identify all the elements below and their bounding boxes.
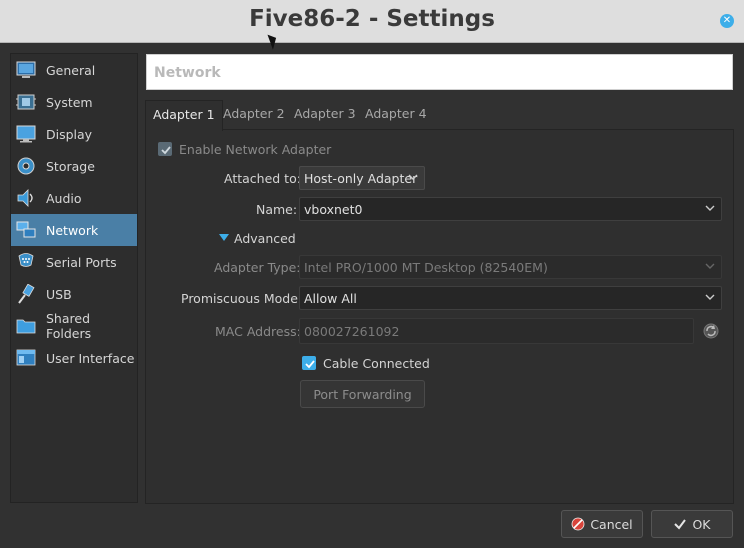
cable-connected-checkbox[interactable]: [302, 356, 316, 370]
shared-folders-icon: [16, 316, 36, 336]
tab-adapter-3[interactable]: Adapter 3: [287, 100, 363, 130]
user-interface-icon: [16, 348, 36, 368]
advanced-toggle[interactable]: Advanced: [234, 231, 296, 246]
mac-address-label: MAC Address:: [215, 324, 301, 339]
sidebar-item-serial-ports[interactable]: Serial Ports: [11, 246, 137, 278]
chevron-down-icon: [705, 205, 715, 211]
promiscuous-mode-value: Allow All: [304, 291, 357, 306]
sidebar-item-general[interactable]: General: [11, 54, 137, 86]
sidebar-item-label: General: [46, 62, 96, 78]
sidebar-item-label: Network: [46, 222, 99, 238]
tab-adapter-2[interactable]: Adapter 2: [216, 100, 292, 130]
settings-sidebar: General System Display Storage Audio Net…: [10, 53, 138, 503]
serial-ports-icon: [16, 252, 36, 272]
sidebar-item-label: Storage: [46, 158, 95, 174]
system-icon: [16, 92, 36, 112]
name-label: Name:: [256, 202, 298, 217]
sidebar-item-audio[interactable]: Audio: [11, 182, 137, 214]
sidebar-item-display[interactable]: Display: [11, 118, 137, 150]
sidebar-item-label: Audio: [46, 190, 82, 206]
storage-icon: [16, 156, 36, 176]
sidebar-item-storage[interactable]: Storage: [11, 150, 137, 182]
attached-to-value: Host-only Adapter: [304, 171, 418, 186]
port-forwarding-button[interactable]: Port Forwarding: [300, 380, 425, 408]
attached-to-label: Attached to:: [224, 171, 301, 186]
chevron-down-icon: [705, 294, 715, 300]
chevron-down-icon: [705, 263, 715, 269]
cancel-label: Cancel: [590, 516, 633, 532]
sidebar-item-label: Serial Ports: [46, 254, 117, 270]
title-bar: Five86-2 - Settings ✕: [0, 0, 744, 43]
cable-connected-label: Cable Connected: [323, 356, 430, 371]
sidebar-item-network[interactable]: Network: [11, 214, 137, 246]
sidebar-item-label: Shared Folders: [46, 311, 92, 341]
chevron-down-icon: [408, 174, 418, 180]
cancel-button[interactable]: Cancel: [561, 510, 643, 538]
display-icon: [16, 124, 36, 144]
page-title: Network: [154, 65, 221, 81]
enable-adapter-checkbox[interactable]: [158, 142, 172, 156]
adapter-type-value: Intel PRO/1000 MT Desktop (82540EM): [304, 260, 548, 275]
adapter-type-label: Adapter Type:: [214, 260, 301, 275]
triangle-down-icon[interactable]: [219, 234, 229, 242]
promiscuous-mode-select[interactable]: Allow All: [299, 286, 722, 310]
promiscuous-mode-label: Promiscuous Mode:: [181, 291, 303, 306]
sidebar-item-label: User Interface: [46, 350, 135, 366]
tab-adapter-4[interactable]: Adapter 4: [358, 100, 434, 130]
adapter-type-select[interactable]: Intel PRO/1000 MT Desktop (82540EM): [299, 255, 722, 279]
mac-address-field[interactable]: 080027261092: [299, 318, 694, 344]
usb-icon: [16, 284, 36, 304]
name-value: vboxnet0: [304, 202, 363, 217]
general-icon: [16, 60, 36, 80]
ok-button[interactable]: OK: [651, 510, 733, 538]
enable-adapter-label: Enable Network Adapter: [179, 142, 332, 157]
tab-adapter-1[interactable]: Adapter 1: [145, 100, 223, 131]
network-icon: [16, 220, 36, 240]
refresh-mac-button[interactable]: [702, 322, 720, 340]
refresh-icon: [703, 323, 719, 339]
audio-icon: [16, 188, 36, 208]
sidebar-item-user-interface[interactable]: User Interface: [11, 342, 137, 374]
close-button[interactable]: ✕: [720, 14, 734, 28]
checkmark-icon: [674, 519, 687, 530]
mac-address-value: 080027261092: [304, 324, 400, 339]
attached-to-select[interactable]: Host-only Adapter: [299, 166, 425, 190]
name-select[interactable]: vboxnet0: [299, 197, 722, 221]
window-title: Five86-2 - Settings: [249, 6, 495, 32]
sidebar-item-label: System: [46, 94, 93, 110]
sidebar-item-label: Display: [46, 126, 93, 142]
sidebar-item-shared-folders[interactable]: Shared Folders: [11, 310, 137, 342]
ok-label: OK: [692, 516, 711, 532]
page-header: Network: [146, 54, 733, 90]
cancel-icon: [571, 517, 585, 531]
sidebar-item-usb[interactable]: USB: [11, 278, 137, 310]
sidebar-item-system[interactable]: System: [11, 86, 137, 118]
sidebar-item-label: USB: [46, 286, 72, 302]
